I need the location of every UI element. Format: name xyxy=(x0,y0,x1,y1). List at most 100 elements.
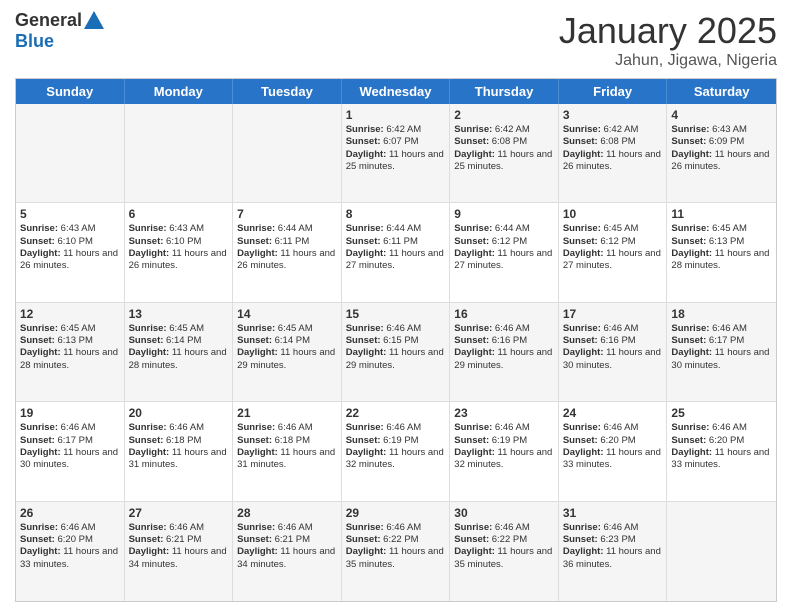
page: General Blue January 2025 Jahun, Jigawa,… xyxy=(0,0,792,612)
day-number: 14 xyxy=(237,307,337,321)
calendar-cell: 19Sunrise: 6:46 AMSunset: 6:17 PMDayligh… xyxy=(16,402,125,500)
calendar-cell: 27 Sunrise: 6:46 AMSunset: 6:21 PMDayligh… xyxy=(125,502,234,601)
day-number: 6 xyxy=(129,207,229,221)
day-number: 4 xyxy=(671,108,772,122)
calendar-cell: 4 Sunrise: 6:43 AMSunset: 6:09 PMDaylight… xyxy=(667,104,776,202)
cell-info-text: Sunrise: 6:46 AMSunset: 6:22 PMDaylight:… xyxy=(454,522,554,571)
calendar-cell xyxy=(233,104,342,202)
header-day-friday: Friday xyxy=(559,79,668,104)
logo-general-text: General xyxy=(15,10,82,31)
cell-info-text: Sunrise: 6:45 AMSunset: 6:12 PMDaylight:… xyxy=(563,223,663,272)
calendar-cell: 10 Sunrise: 6:45 AMSunset: 6:12 PMDayligh… xyxy=(559,203,668,301)
calendar-cell: 23Sunrise: 6:46 AMSunset: 6:19 PMDayligh… xyxy=(450,402,559,500)
logo-blue-text: Blue xyxy=(15,31,54,52)
logo-text: General xyxy=(15,10,104,31)
day-number: 18 xyxy=(671,307,772,321)
calendar-cell: 14 Sunrise: 6:45 AMSunset: 6:14 PMDayligh… xyxy=(233,303,342,401)
calendar-cell xyxy=(125,104,234,202)
header-day-sunday: Sunday xyxy=(16,79,125,104)
day-number: 21 xyxy=(237,406,337,420)
calendar-cell: 12Sunrise: 6:45 AMSunset: 6:13 PMDayligh… xyxy=(16,303,125,401)
header-day-saturday: Saturday xyxy=(667,79,776,104)
cell-info-text: Sunrise: 6:43 AMSunset: 6:09 PMDaylight:… xyxy=(671,124,772,173)
cell-info-text: Sunrise: 6:46 AMSunset: 6:21 PMDaylight:… xyxy=(129,522,229,571)
day-number: 3 xyxy=(563,108,663,122)
calendar-cell: 30 Sunrise: 6:46 AMSunset: 6:22 PMDayligh… xyxy=(450,502,559,601)
day-number: 30 xyxy=(454,506,554,520)
cell-info-text: Sunrise: 6:46 AMSunset: 6:20 PMDaylight:… xyxy=(20,522,120,571)
calendar-cell: 15 Sunrise: 6:46 AMSunset: 6:15 PMDayligh… xyxy=(342,303,451,401)
day-number: 17 xyxy=(563,307,663,321)
header-day-thursday: Thursday xyxy=(450,79,559,104)
calendar-cell: 18 Sunrise: 6:46 AMSunset: 6:17 PMDayligh… xyxy=(667,303,776,401)
day-number: 28 xyxy=(237,506,337,520)
calendar-row-0: 1Sunrise: 6:42 AMSunset: 6:07 PMDaylight… xyxy=(16,104,776,203)
day-number: 2 xyxy=(454,108,554,122)
calendar-cell: 3 Sunrise: 6:42 AMSunset: 6:08 PMDaylight… xyxy=(559,104,668,202)
calendar: SundayMondayTuesdayWednesdayThursdayFrid… xyxy=(15,78,777,602)
cell-info-text: Sunrise: 6:46 AMSunset: 6:16 PMDaylight:… xyxy=(454,323,554,372)
calendar-cell: 16 Sunrise: 6:46 AMSunset: 6:16 PMDayligh… xyxy=(450,303,559,401)
cell-info-text: Sunrise: 6:46 AMSunset: 6:20 PMDaylight:… xyxy=(671,422,772,471)
cell-info-text: Sunrise: 6:44 AMSunset: 6:11 PMDaylight:… xyxy=(237,223,337,272)
day-number: 23 xyxy=(454,406,554,420)
calendar-row-2: 12Sunrise: 6:45 AMSunset: 6:13 PMDayligh… xyxy=(16,303,776,402)
calendar-cell xyxy=(667,502,776,601)
calendar-cell: 9Sunrise: 6:44 AMSunset: 6:12 PMDaylight… xyxy=(450,203,559,301)
cell-info-text: Sunrise: 6:46 AMSunset: 6:15 PMDaylight:… xyxy=(346,323,446,372)
cell-info-text: Sunrise: 6:46 AMSunset: 6:16 PMDaylight:… xyxy=(563,323,663,372)
cell-info-text: Sunrise: 6:46 AMSunset: 6:17 PMDaylight:… xyxy=(671,323,772,372)
logo: General Blue xyxy=(15,10,104,52)
day-number: 10 xyxy=(563,207,663,221)
day-number: 13 xyxy=(129,307,229,321)
day-number: 7 xyxy=(237,207,337,221)
cell-info-text: Sunrise: 6:46 AMSunset: 6:21 PMDaylight:… xyxy=(237,522,337,571)
header-day-wednesday: Wednesday xyxy=(342,79,451,104)
calendar-row-3: 19Sunrise: 6:46 AMSunset: 6:17 PMDayligh… xyxy=(16,402,776,501)
day-number: 1 xyxy=(346,108,446,122)
calendar-cell: 17 Sunrise: 6:46 AMSunset: 6:16 PMDayligh… xyxy=(559,303,668,401)
day-number: 11 xyxy=(671,207,772,221)
cell-info-text: Sunrise: 6:42 AMSunset: 6:08 PMDaylight:… xyxy=(563,124,663,173)
location-subtitle: Jahun, Jigawa, Nigeria xyxy=(559,52,777,70)
calendar-row-4: 26 Sunrise: 6:46 AMSunset: 6:20 PMDayligh… xyxy=(16,502,776,601)
day-number: 16 xyxy=(454,307,554,321)
calendar-cell: 2Sunrise: 6:42 AMSunset: 6:08 PMDaylight… xyxy=(450,104,559,202)
day-number: 26 xyxy=(20,506,120,520)
cell-info-text: Sunrise: 6:45 AMSunset: 6:13 PMDaylight:… xyxy=(20,323,120,372)
calendar-cell: 22 Sunrise: 6:46 AMSunset: 6:19 PMDayligh… xyxy=(342,402,451,500)
cell-info-text: Sunrise: 6:46 AMSunset: 6:19 PMDaylight:… xyxy=(346,422,446,471)
logo-triangle-icon xyxy=(84,11,104,29)
calendar-header: SundayMondayTuesdayWednesdayThursdayFrid… xyxy=(16,79,776,104)
cell-info-text: Sunrise: 6:44 AMSunset: 6:12 PMDaylight:… xyxy=(454,223,554,272)
cell-info-text: Sunrise: 6:46 AMSunset: 6:22 PMDaylight:… xyxy=(346,522,446,571)
cell-info-text: Sunrise: 6:46 AMSunset: 6:18 PMDaylight:… xyxy=(129,422,229,471)
day-number: 25 xyxy=(671,406,772,420)
calendar-cell: 24Sunrise: 6:46 AMSunset: 6:20 PMDayligh… xyxy=(559,402,668,500)
header: General Blue January 2025 Jahun, Jigawa,… xyxy=(15,10,777,70)
cell-info-text: Sunrise: 6:43 AMSunset: 6:10 PMDaylight:… xyxy=(129,223,229,272)
day-number: 15 xyxy=(346,307,446,321)
cell-info-text: Sunrise: 6:45 AMSunset: 6:14 PMDaylight:… xyxy=(237,323,337,372)
calendar-cell: 7 Sunrise: 6:44 AMSunset: 6:11 PMDaylight… xyxy=(233,203,342,301)
calendar-cell: 8Sunrise: 6:44 AMSunset: 6:11 PMDaylight… xyxy=(342,203,451,301)
calendar-cell: 1Sunrise: 6:42 AMSunset: 6:07 PMDaylight… xyxy=(342,104,451,202)
day-number: 22 xyxy=(346,406,446,420)
day-number: 20 xyxy=(129,406,229,420)
month-title: January 2025 xyxy=(559,10,777,52)
calendar-cell: 31Sunrise: 6:46 AMSunset: 6:23 PMDayligh… xyxy=(559,502,668,601)
day-number: 27 xyxy=(129,506,229,520)
title-section: January 2025 Jahun, Jigawa, Nigeria xyxy=(559,10,777,70)
cell-info-text: Sunrise: 6:43 AMSunset: 6:10 PMDaylight:… xyxy=(20,223,120,272)
cell-info-text: Sunrise: 6:45 AMSunset: 6:13 PMDaylight:… xyxy=(671,223,772,272)
calendar-cell: 13Sunrise: 6:45 AMSunset: 6:14 PMDayligh… xyxy=(125,303,234,401)
day-number: 31 xyxy=(563,506,663,520)
calendar-body: 1Sunrise: 6:42 AMSunset: 6:07 PMDaylight… xyxy=(16,104,776,601)
calendar-cell: 26 Sunrise: 6:46 AMSunset: 6:20 PMDayligh… xyxy=(16,502,125,601)
calendar-cell: 6 Sunrise: 6:43 AMSunset: 6:10 PMDaylight… xyxy=(125,203,234,301)
calendar-cell: 25 Sunrise: 6:46 AMSunset: 6:20 PMDayligh… xyxy=(667,402,776,500)
day-number: 19 xyxy=(20,406,120,420)
cell-info-text: Sunrise: 6:46 AMSunset: 6:20 PMDaylight:… xyxy=(563,422,663,471)
calendar-cell: 20 Sunrise: 6:46 AMSunset: 6:18 PMDayligh… xyxy=(125,402,234,500)
calendar-cell: 29Sunrise: 6:46 AMSunset: 6:22 PMDayligh… xyxy=(342,502,451,601)
